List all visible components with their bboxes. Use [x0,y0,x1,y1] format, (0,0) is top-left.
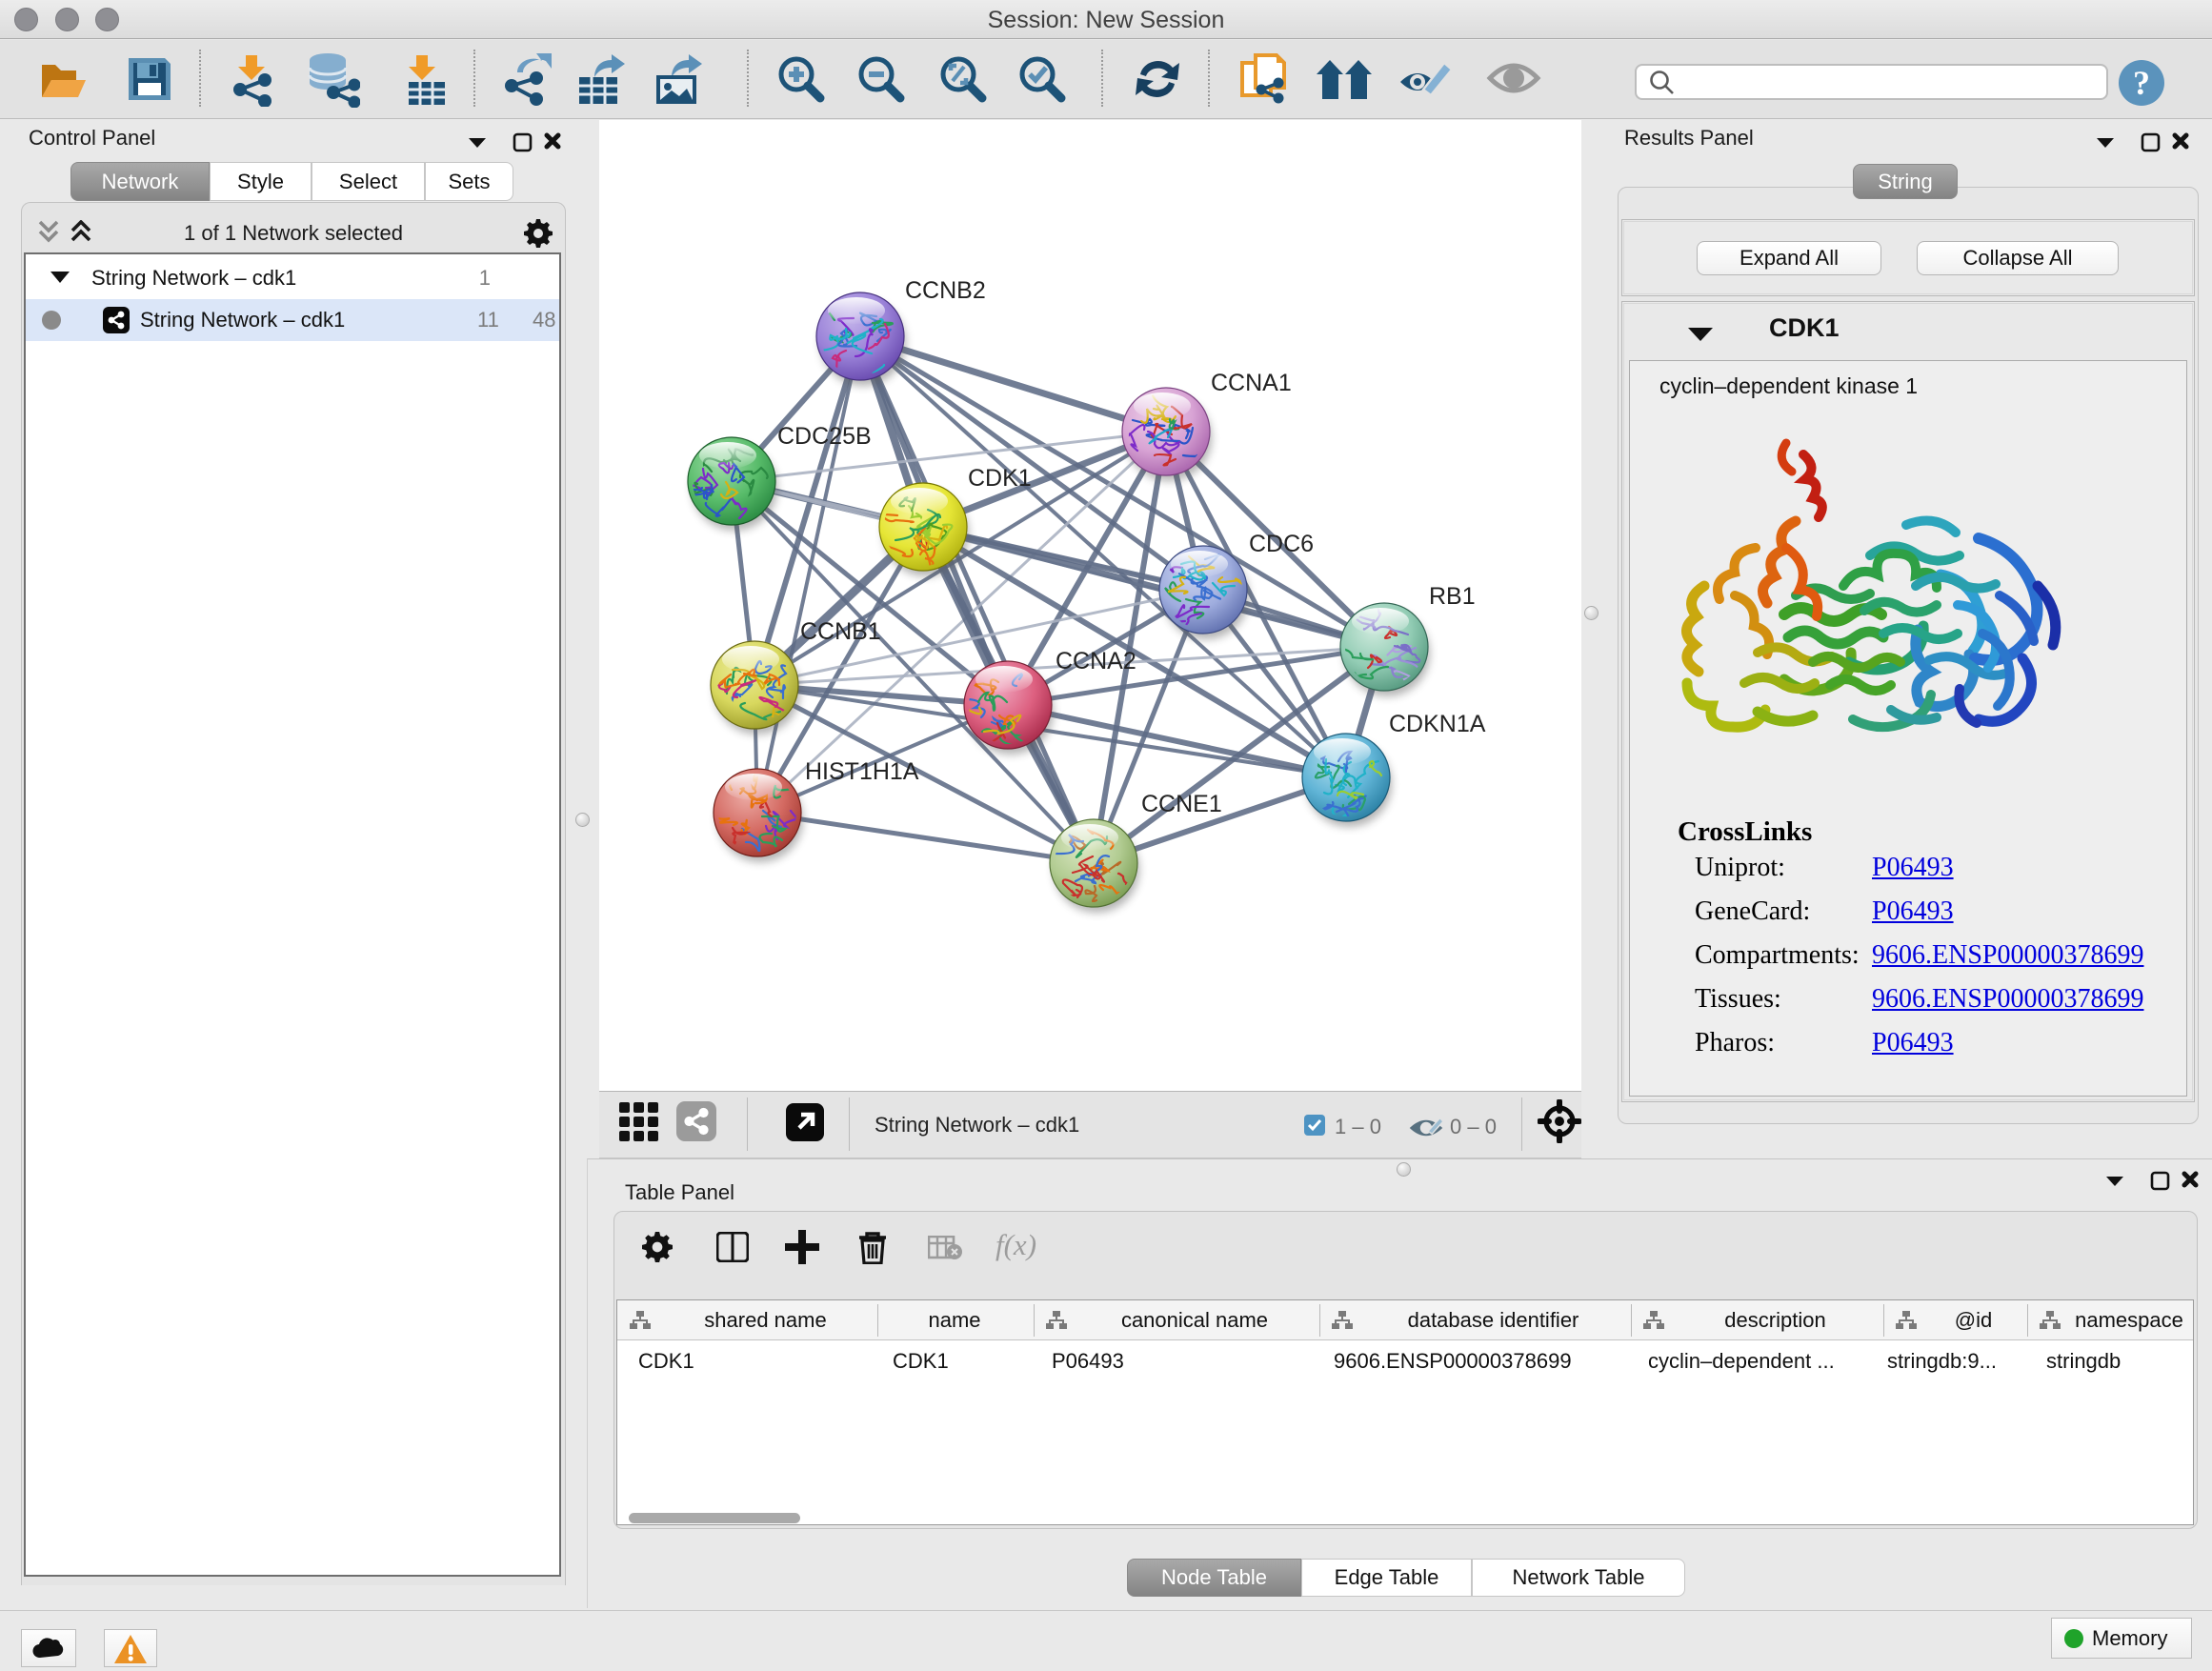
svg-text:CCNB2: CCNB2 [905,277,986,304]
svg-text:CDC6: CDC6 [1249,531,1314,557]
svg-text:CCNA1: CCNA1 [1211,370,1292,396]
svg-text:RB1: RB1 [1429,583,1476,610]
svg-text:CCNB1: CCNB1 [800,618,881,645]
svg-text:CDK1: CDK1 [968,465,1032,492]
svg-text:CDC25B: CDC25B [777,423,872,450]
svg-text:CCNA2: CCNA2 [1056,648,1136,674]
svg-text:CDKN1A: CDKN1A [1389,711,1486,737]
svg-text:CCNE1: CCNE1 [1141,791,1222,817]
svg-text:HIST1H1A: HIST1H1A [805,758,919,785]
svg-text:?: ? [2133,64,2150,102]
